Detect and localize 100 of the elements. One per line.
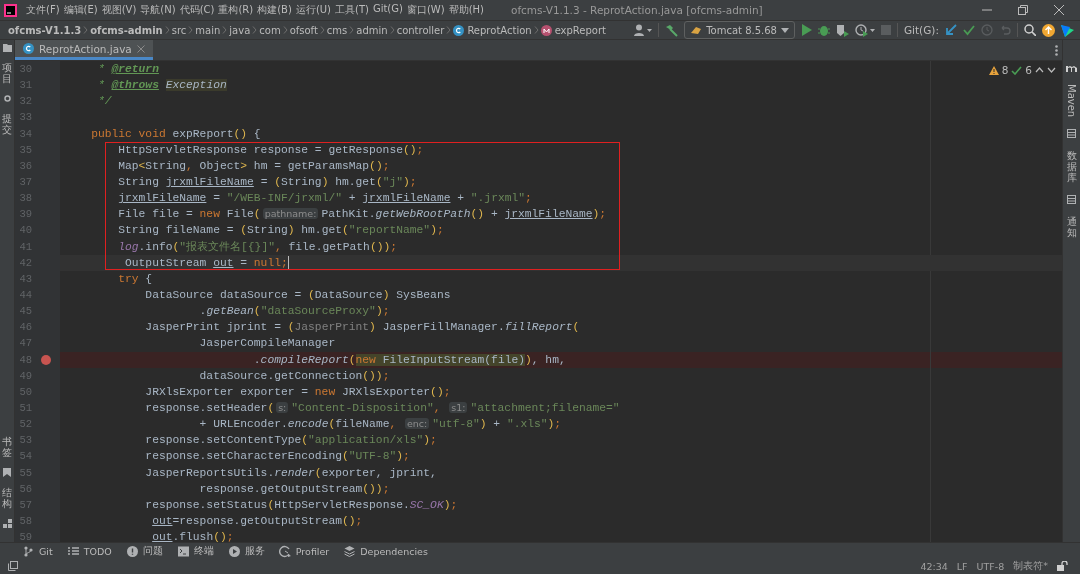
run-config-dropdown[interactable]: Tomcat 8.5.68: [684, 21, 795, 39]
tool-window-label[interactable]: Maven: [1066, 84, 1077, 118]
tool-window-label[interactable]: 通知: [1066, 216, 1077, 239]
breadcrumb-item[interactable]: com: [259, 24, 281, 36]
bookmark-icon[interactable]: [3, 468, 11, 477]
code-line: DataSource dataSource = (DataSource) SysBeans: [144, 287, 451, 303]
profile-dropdown-icon[interactable]: [854, 23, 875, 37]
tool-window-button[interactable]: Profiler: [295, 546, 330, 557]
restore-icon[interactable]: [1018, 5, 1028, 15]
code-line: response.setStatus(HttpServletResponse.SC_OK);: [144, 497, 458, 513]
chevron-icon: [446, 26, 452, 34]
run-icon[interactable]: [800, 24, 812, 36]
code-line: response.getOutputStream());: [198, 481, 390, 497]
tool-window-label[interactable]: 提交: [2, 113, 12, 135]
layout-icon[interactable]: [8, 561, 18, 571]
commit-check-icon[interactable]: [963, 24, 975, 36]
window-title: ofcms-V1.1.3 - ReprotAction.java [ofcms-admin]: [510, 4, 763, 16]
code-line: String fileName = (String) hm.get("reportName");: [117, 223, 444, 239]
toolbox-logo-icon[interactable]: [1061, 23, 1074, 37]
tool-window-button[interactable]: 服务: [244, 545, 265, 558]
breadcrumb-item[interactable]: ReprotAction: [467, 24, 532, 36]
maven-icon[interactable]: [1066, 64, 1077, 72]
bug-icon[interactable]: [817, 24, 830, 36]
breadcrumb-item[interactable]: java: [229, 24, 251, 36]
code-line: File file = new File( pathname: PathKit.getWebRootPath() + jrxmlFileName);: [117, 207, 607, 223]
code-line: * @throws Exception: [96, 78, 227, 94]
layers-icon: [343, 545, 357, 558]
breadcrumb-item[interactable]: ofcms-admin: [90, 24, 163, 36]
weak-warning-count[interactable]: 6: [1025, 64, 1032, 76]
menu-item[interactable]: 工具(T): [334, 3, 370, 17]
tool-window-label[interactable]: 书签: [2, 436, 12, 458]
chevron-down-icon[interactable]: [1047, 67, 1056, 73]
code-line: HttpServletResponse response = getResponse();: [117, 142, 424, 158]
menu-item[interactable]: 视图(V): [100, 3, 138, 17]
commit-icon[interactable]: [2, 94, 12, 103]
status-item[interactable]: 42:34: [920, 560, 948, 572]
code-line: .getBean("dataSourceProxy");: [198, 304, 390, 320]
tool-window-label[interactable]: 结构: [2, 487, 12, 509]
panel-icon[interactable]: [1067, 129, 1076, 139]
text-cursor: [287, 256, 289, 270]
caret-icon: [780, 27, 789, 33]
code-line: try {: [117, 271, 153, 287]
more-icon[interactable]: [1055, 44, 1058, 56]
menu-item[interactable]: 构建(B): [256, 3, 293, 17]
status-item[interactable]: UTF-8: [976, 560, 1005, 572]
class-icon: [23, 43, 34, 54]
menu-item[interactable]: 重构(R): [217, 3, 255, 17]
chevron-icon: [349, 26, 355, 34]
structure-icon[interactable]: [2, 519, 12, 528]
menu-item[interactable]: 代码(C): [178, 3, 216, 17]
tool-window-button[interactable]: Git: [39, 546, 53, 557]
code-line: Map<String, Object> hm = getParamsMap();: [117, 158, 390, 174]
code-line: response.setCharacterEncoding("UTF-8");: [144, 449, 410, 465]
menu-item[interactable]: Git(G): [371, 3, 404, 17]
breakpoint-icon[interactable]: [41, 354, 51, 365]
coverage-icon[interactable]: [835, 23, 849, 37]
menu-item[interactable]: 窗口(W): [405, 3, 446, 17]
search-icon[interactable]: [1024, 24, 1036, 36]
status-item[interactable]: LF: [956, 560, 968, 572]
class-icon: [453, 24, 465, 36]
breadcrumb-item[interactable]: ofsoft: [289, 24, 318, 36]
menu-item[interactable]: 编辑(E): [62, 3, 99, 17]
warning-icon[interactable]: [988, 65, 999, 75]
code-line: log.info("报表文件名[{}]", file.getPath());: [117, 239, 397, 255]
method-icon: [540, 24, 552, 36]
update-arrow-icon[interactable]: [945, 24, 957, 36]
tool-window-label[interactable]: 数据库: [1066, 150, 1077, 184]
breadcrumb-item[interactable]: expReport: [554, 24, 607, 36]
breadcrumb-item[interactable]: controller: [396, 24, 445, 36]
editor-tab[interactable]: ReprotAction.java: [15, 40, 153, 60]
folder-icon[interactable]: [2, 44, 12, 52]
warning-count[interactable]: 8: [1001, 64, 1009, 76]
menu-item[interactable]: 帮助(H): [447, 3, 485, 17]
breadcrumb-item[interactable]: main: [195, 24, 221, 36]
breadcrumb-item[interactable]: ofcms-V1.1.3: [8, 24, 82, 36]
close-icon[interactable]: [1054, 5, 1064, 15]
breadcrumb-item[interactable]: cms: [326, 24, 348, 36]
breadcrumb-item[interactable]: admin: [356, 24, 388, 36]
app-logo-icon: [4, 3, 17, 17]
breadcrumb-item[interactable]: src: [171, 24, 187, 36]
hammer-icon[interactable]: [665, 23, 679, 37]
code-line: * @return: [96, 62, 159, 77]
panel-icon[interactable]: [1067, 195, 1076, 205]
menu-item[interactable]: 运行(U): [294, 3, 332, 17]
upgrade-icon[interactable]: [1042, 23, 1055, 37]
chevron-icon: [533, 26, 539, 34]
tool-window-button[interactable]: Dependencies: [360, 546, 428, 557]
menu-item[interactable]: 文件(F): [25, 3, 61, 17]
chevron-icon: [188, 26, 194, 34]
tool-window-button[interactable]: TODO: [83, 546, 112, 557]
status-item[interactable]: 制表符*: [1013, 559, 1048, 573]
chevron-up-icon[interactable]: [1035, 67, 1044, 73]
check-icon[interactable]: [1011, 65, 1023, 75]
code-line: JasperReportsUtils.render(exporter, jprint,: [144, 465, 437, 481]
tool-window-label[interactable]: 项目: [2, 62, 12, 84]
menu-item[interactable]: 导航(N): [139, 3, 177, 17]
lock-icon[interactable]: [1057, 561, 1068, 571]
tool-window-button[interactable]: 终端: [193, 545, 214, 558]
tool-window-button[interactable]: 问题: [142, 545, 163, 558]
user-dropdown-icon[interactable]: [634, 24, 653, 36]
